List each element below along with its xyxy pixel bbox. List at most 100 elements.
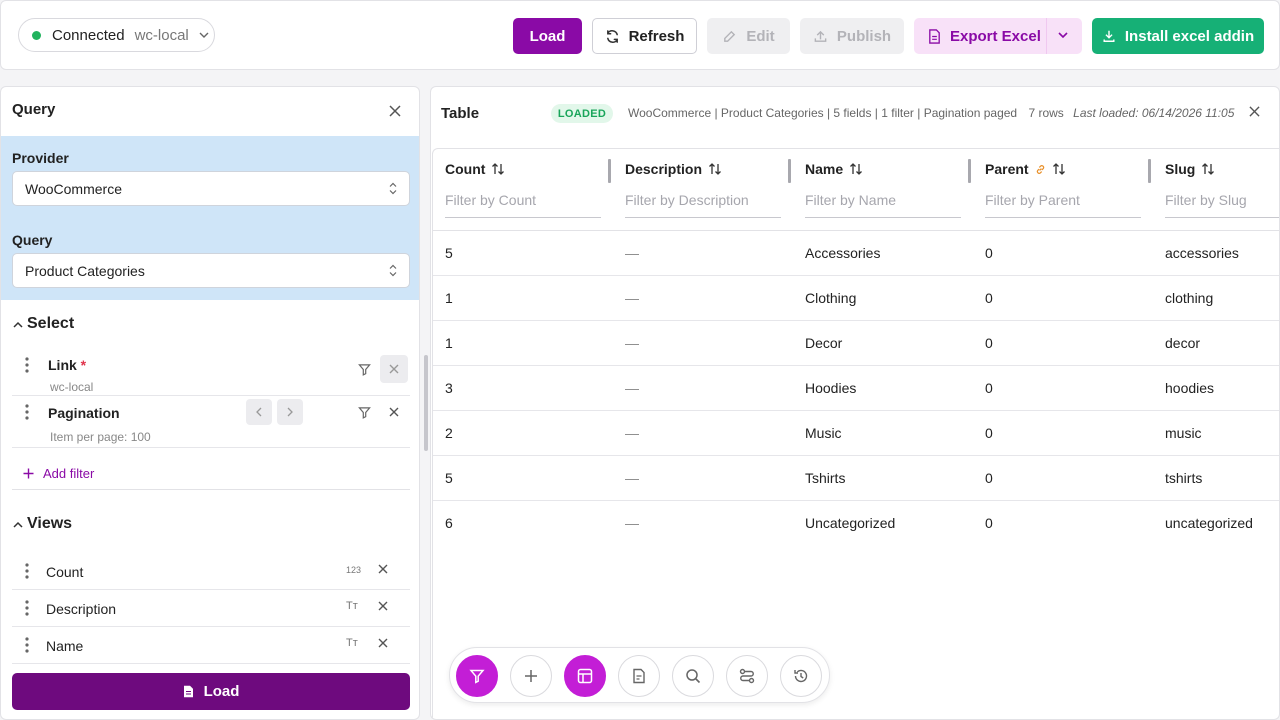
drag-handle-icon[interactable]: [25, 600, 29, 616]
filter-pagination-name: Pagination: [48, 405, 120, 421]
workflow-button[interactable]: [726, 655, 768, 697]
add-filter-button[interactable]: Add filter: [23, 466, 94, 481]
sort-icon[interactable]: [708, 163, 722, 175]
cell-name: Hoodies: [805, 380, 857, 396]
table-panel: Table LOADED WooCommerce | Product Categ…: [430, 86, 1280, 720]
column-resize-handle[interactable]: [788, 159, 791, 183]
close-icon[interactable]: [1249, 106, 1260, 117]
sort-icon[interactable]: [1201, 163, 1215, 175]
text-type-icon: Tт: [346, 637, 358, 649]
table-row[interactable]: 6 — Uncategorized 0 uncategorized: [433, 501, 1279, 546]
view-item-name[interactable]: Name Tт: [12, 627, 410, 664]
sort-icon[interactable]: [849, 163, 863, 175]
load-button-label: Load: [529, 27, 566, 45]
updown-icon: [389, 264, 397, 277]
add-button[interactable]: [510, 655, 552, 697]
drag-handle-icon[interactable]: [25, 357, 29, 373]
column-header-description[interactable]: Description: [625, 161, 722, 177]
filter-input-count[interactable]: Filter by Count: [445, 192, 601, 218]
close-icon[interactable]: [378, 638, 388, 648]
column-resize-handle[interactable]: [968, 159, 971, 183]
select-section-toggle[interactable]: Select: [13, 315, 74, 333]
remove-filter-button[interactable]: [380, 355, 408, 383]
drag-handle-icon[interactable]: [25, 563, 29, 579]
sort-icon[interactable]: [1052, 163, 1066, 175]
chevron-right-icon[interactable]: [277, 399, 303, 425]
query-panel-scrollbar[interactable]: [424, 355, 428, 451]
query-panel: Query Provider WooCommerce Query Product…: [0, 86, 420, 720]
table-row[interactable]: 1 — Decor 0 decor: [433, 321, 1279, 366]
install-excel-addin-button[interactable]: Install excel addin: [1092, 18, 1264, 54]
filter-link: Link * wc-local: [12, 350, 410, 396]
table-row[interactable]: 5 — Tshirts 0 tshirts: [433, 456, 1279, 501]
report-button[interactable]: [618, 655, 660, 697]
column-header-slug[interactable]: Slug: [1165, 161, 1215, 177]
view-item-count[interactable]: Count 123: [12, 553, 410, 590]
cell-slug: uncategorized: [1165, 515, 1253, 531]
table-row[interactable]: 1 — Clothing 0 clothing: [433, 276, 1279, 321]
filter-input-parent[interactable]: Filter by Parent: [985, 192, 1141, 218]
table-row[interactable]: 2 — Music 0 music: [433, 411, 1279, 456]
chevron-left-icon[interactable]: [246, 399, 272, 425]
views-section-toggle[interactable]: Views: [13, 515, 72, 533]
search-icon: [685, 668, 701, 684]
cell-slug: hoodies: [1165, 380, 1215, 396]
filter-link-name: Link *: [48, 357, 87, 373]
row-count: 7 rows: [1028, 106, 1064, 120]
divider: [12, 489, 410, 490]
filter-input-name[interactable]: Filter by Name: [805, 192, 961, 218]
history-button[interactable]: [780, 655, 822, 697]
column-header-count[interactable]: Count: [445, 161, 505, 177]
view-item-label: Name: [46, 638, 84, 654]
cell-description: —: [625, 335, 639, 351]
chevron-up-icon: [13, 321, 23, 328]
table-meta: WooCommerce | Product Categories | 5 fie…: [628, 106, 1234, 120]
filter-input-slug[interactable]: Filter by Slug: [1165, 192, 1279, 218]
cell-count: 3: [445, 380, 453, 396]
cell-parent: 0: [985, 470, 993, 486]
provider-value: WooCommerce: [25, 180, 122, 197]
publish-button[interactable]: Publish: [800, 18, 904, 54]
sort-icon[interactable]: [491, 163, 505, 175]
load-button[interactable]: Load: [513, 18, 582, 54]
table-row[interactable]: 5 — Accessories 0 accessories: [433, 231, 1279, 276]
cell-parent: 0: [985, 290, 993, 306]
table-row[interactable]: 3 — Hoodies 0 hoodies: [433, 366, 1279, 411]
connection-selector[interactable]: Connected wc-local: [18, 18, 215, 52]
excel-file-icon: [928, 28, 941, 44]
connection-status: Connected: [52, 26, 125, 44]
filter-toggle-button[interactable]: [456, 655, 498, 697]
add-filter-label: Add filter: [43, 466, 95, 481]
filter-input-description[interactable]: Filter by Description: [625, 192, 781, 218]
column-header-parent[interactable]: Parent: [985, 161, 1066, 177]
close-icon[interactable]: [378, 564, 388, 574]
bottom-load-button[interactable]: Load: [12, 673, 410, 710]
close-icon[interactable]: [378, 601, 388, 611]
top-bar: Connected wc-local Load Refresh Edit Pub…: [0, 0, 1280, 70]
drag-handle-icon[interactable]: [25, 404, 29, 420]
filter-icon[interactable]: [350, 355, 378, 383]
cell-name: Music: [805, 425, 842, 441]
table-icon: [577, 668, 593, 684]
chevron-down-icon[interactable]: [1057, 29, 1069, 41]
filter-icon[interactable]: [350, 398, 378, 426]
column-resize-handle[interactable]: [608, 159, 611, 183]
updown-icon: [389, 182, 397, 195]
history-icon: [793, 668, 809, 684]
drag-handle-icon[interactable]: [25, 637, 29, 653]
export-excel-button[interactable]: Export Excel: [914, 18, 1082, 54]
close-icon[interactable]: [389, 105, 401, 117]
chevron-up-icon: [13, 521, 23, 528]
column-header-name[interactable]: Name: [805, 161, 863, 177]
column-resize-handle[interactable]: [1148, 159, 1151, 183]
view-item-description[interactable]: Description Tт: [12, 590, 410, 627]
filter-pagination: Pagination Item per page: 100: [12, 396, 410, 448]
filter-pagination-sub: Item per page: 100: [50, 430, 151, 444]
provider-select[interactable]: WooCommerce: [12, 171, 410, 206]
query-select[interactable]: Product Categories: [12, 253, 410, 288]
edit-button[interactable]: Edit: [707, 18, 790, 54]
table-view-button[interactable]: [564, 655, 606, 697]
search-button[interactable]: [672, 655, 714, 697]
refresh-button[interactable]: Refresh: [592, 18, 697, 54]
remove-filter-button[interactable]: [380, 398, 408, 426]
